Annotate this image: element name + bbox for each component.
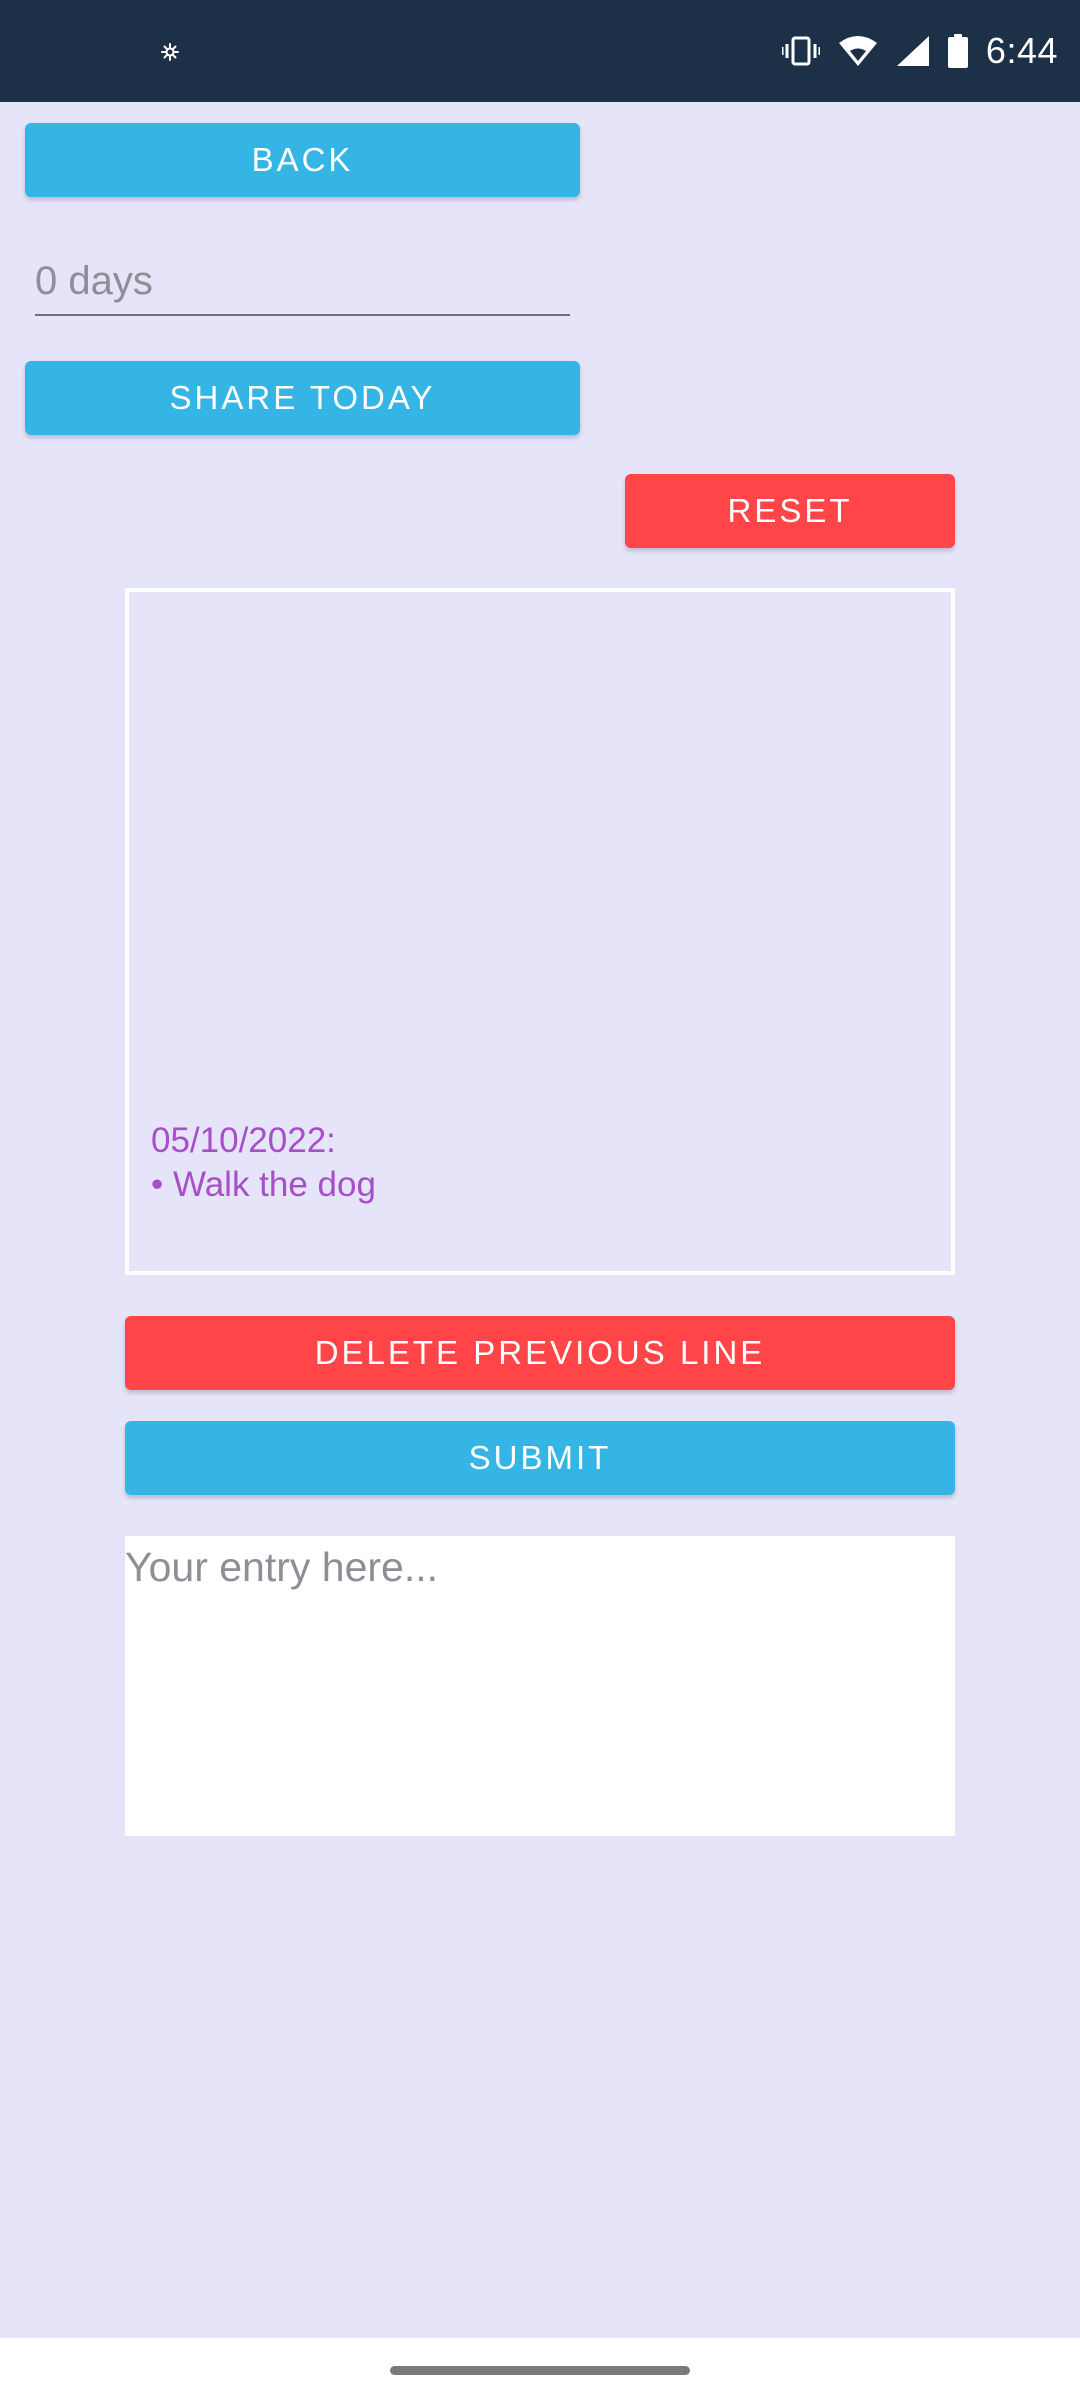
entry-date: 05/10/2022:	[151, 1121, 336, 1160]
sparkle-icon	[161, 43, 179, 61]
vibrate-icon	[781, 36, 820, 66]
entry-item: • Walk the dog	[151, 1165, 376, 1204]
battery-icon	[947, 34, 968, 68]
signal-icon	[896, 36, 929, 66]
wifi-icon	[838, 36, 877, 66]
submit-button[interactable]: SUBMIT	[125, 1421, 955, 1495]
navigation-bar	[0, 2338, 1080, 2400]
delete-previous-line-button[interactable]: DELETE PREVIOUS LINE	[125, 1316, 955, 1390]
status-bar: 6:44	[0, 0, 1080, 102]
entries-log[interactable]: 05/10/2022: • Walk the dog	[125, 588, 955, 1275]
status-icons: 6:44	[781, 0, 1058, 102]
days-field[interactable]	[35, 248, 570, 316]
status-time: 6:44	[985, 30, 1058, 71]
reset-button[interactable]: RESET	[625, 474, 955, 548]
entries-text: 05/10/2022: • Walk the dog	[151, 1119, 376, 1207]
back-button[interactable]: BACK	[25, 123, 580, 197]
share-today-button[interactable]: SHARE TODAY	[25, 361, 580, 435]
entry-input[interactable]	[125, 1536, 955, 1836]
home-indicator[interactable]	[390, 2366, 690, 2375]
